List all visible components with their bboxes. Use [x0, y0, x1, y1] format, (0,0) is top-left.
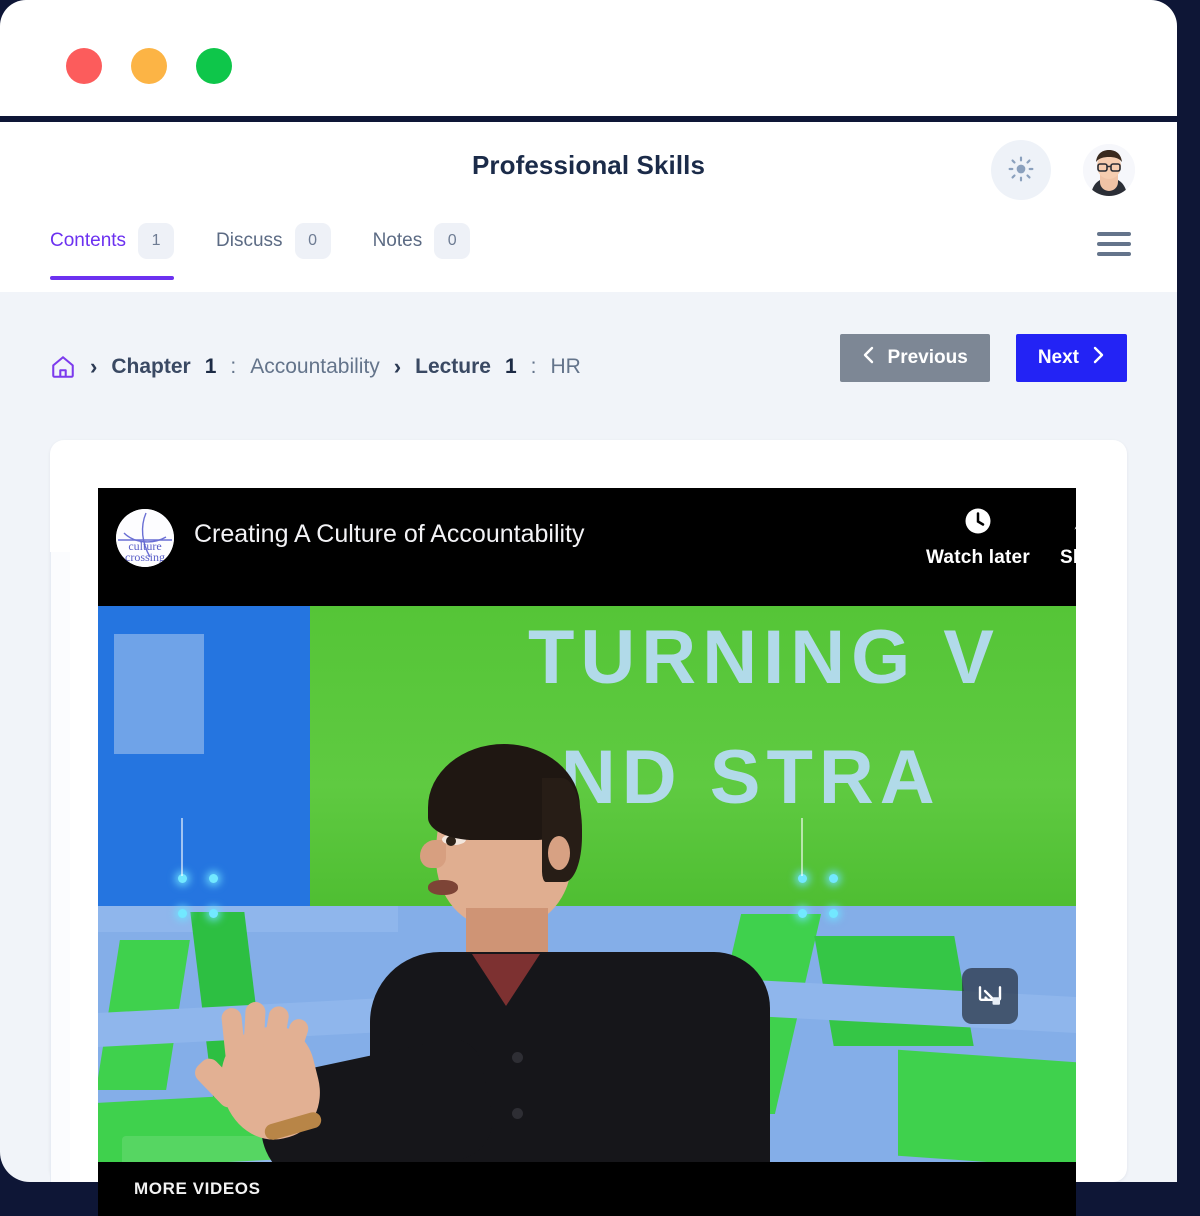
browser-frame: Professional Skills Contents 1 Discuss 0… [0, 0, 1200, 1216]
hamburger-line [1097, 252, 1131, 256]
lesson-nav-buttons: Previous Next [839, 334, 1127, 382]
app-header: Professional Skills [0, 122, 1177, 214]
tab-contents-badge: 1 [138, 223, 175, 259]
watch-later-button[interactable]: Watch later [926, 506, 1030, 569]
card-stack-edge [50, 552, 70, 1182]
breadcrumb-lecture-colon: : [530, 355, 537, 378]
more-videos-thumbnail-edge [122, 1136, 284, 1162]
previous-button[interactable]: Previous [839, 334, 990, 382]
hamburger-line [1097, 242, 1131, 246]
channel-logo-icon[interactable]: culture crossing [116, 509, 174, 567]
breadcrumb-separator-2: › [393, 354, 402, 379]
tab-notes[interactable]: Notes 0 [373, 214, 471, 268]
hamburger-line [1097, 232, 1131, 236]
share-label: Share [1060, 547, 1076, 568]
user-avatar-icon [1083, 144, 1135, 196]
more-videos-label: MORE VIDEOS [134, 1179, 261, 1198]
breadcrumb-chapter-number: 1 [204, 355, 217, 378]
close-button[interactable] [66, 48, 102, 84]
hamburger-icon[interactable] [1097, 232, 1131, 256]
tab-notes-label: Notes [372, 230, 423, 251]
tab-discuss[interactable]: Discuss 0 [216, 214, 331, 268]
tab-discuss-label: Discuss [216, 230, 283, 251]
clock-icon [963, 506, 993, 539]
chevron-left-icon [862, 345, 876, 371]
breadcrumb-lecture-label[interactable]: Lecture [415, 355, 491, 379]
tab-discuss-badge: 0 [294, 223, 331, 259]
breadcrumb-separator-1: › [90, 354, 98, 379]
more-videos-bar[interactable]: MORE VIDEOS [98, 1162, 1076, 1216]
tab-contents[interactable]: Contents 1 [50, 214, 175, 280]
header-actions [991, 140, 1135, 200]
next-button[interactable]: Next [1015, 334, 1127, 382]
video-title[interactable]: Creating A Culture of Accountability [194, 520, 585, 549]
window-chrome-bar [0, 0, 1177, 122]
breadcrumb: › Chapter 1 : Accountability › Lecture 1… [50, 354, 581, 380]
tab-contents-label: Contents [50, 230, 127, 251]
avatar[interactable] [1083, 144, 1135, 196]
chevron-right-icon [1091, 345, 1105, 371]
video-player[interactable]: TURNING V AND STRA culture crossing Crea… [98, 488, 1076, 1216]
tab-bar: Contents 1 Discuss 0 Notes 0 [0, 214, 1177, 292]
video-speaker-figure [190, 744, 776, 1162]
next-button-label: Next [1037, 347, 1079, 368]
maximize-button[interactable] [196, 48, 232, 84]
breadcrumb-lecture-number: 1 [504, 355, 517, 378]
previous-button-label: Previous [887, 347, 968, 368]
miniplayer-icon[interactable] [962, 968, 1018, 1024]
share-button[interactable]: Share [1060, 506, 1076, 569]
svg-text:crossing: crossing [125, 550, 165, 564]
traffic-lights [66, 48, 232, 84]
breadcrumb-chapter-label[interactable]: Chapter [111, 355, 190, 379]
video-top-overlay: culture crossing Creating A Culture of A… [98, 488, 1076, 606]
stage-blue-panel-light [114, 634, 204, 754]
theme-toggle-button[interactable] [991, 140, 1051, 200]
watch-later-label: Watch later [926, 547, 1030, 568]
home-icon[interactable] [50, 354, 76, 380]
sun-icon [1008, 156, 1034, 185]
breadcrumb-row: › Chapter 1 : Accountability › Lecture 1… [0, 292, 1177, 442]
share-arrow-icon [1072, 506, 1076, 539]
breadcrumb-chapter-colon: : [230, 355, 237, 378]
tab-notes-badge: 0 [434, 223, 471, 259]
stage-lights-right [798, 818, 838, 918]
stage-headline-line1: TURNING V [528, 615, 1000, 700]
breadcrumb-lecture-title: HR [550, 355, 581, 378]
minimize-button[interactable] [131, 48, 167, 84]
video-stage-scene: TURNING V AND STRA [98, 606, 1076, 1162]
page-title: Professional Skills [471, 150, 706, 180]
breadcrumb-chapter-title[interactable]: Accountability [250, 355, 380, 379]
stage-lights-left [178, 818, 218, 918]
